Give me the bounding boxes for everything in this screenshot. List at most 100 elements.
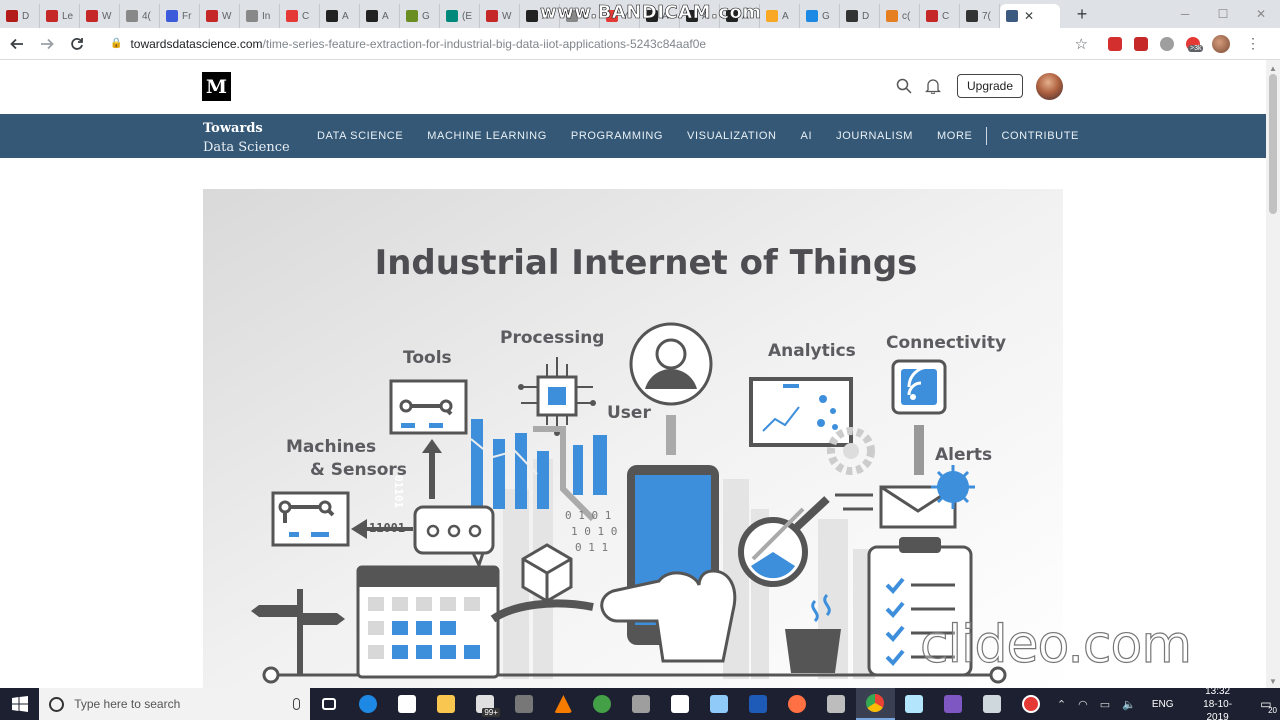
battery-icon[interactable]: ▭	[1100, 698, 1110, 711]
lock-icon: 🔒	[110, 38, 123, 49]
extension-icon-3[interactable]	[1160, 36, 1174, 51]
taskbar-app-17[interactable]	[934, 688, 973, 720]
browser-tab[interactable]: G	[800, 4, 840, 28]
language-indicator[interactable]: ENG	[1152, 699, 1174, 710]
pdf-extension-icon[interactable]	[1134, 36, 1148, 51]
browser-tab[interactable]: Le	[40, 4, 80, 28]
browser-tab[interactable]: (E	[440, 4, 480, 28]
back-button[interactable]	[4, 31, 30, 57]
upgrade-button[interactable]: Upgrade	[957, 74, 1023, 98]
app-icon	[944, 695, 963, 713]
browser-tab[interactable]: G	[400, 4, 440, 28]
taskbar-word[interactable]	[739, 688, 778, 720]
browser-tab[interactable]: C	[920, 4, 960, 28]
tds-brand[interactable]: Towards Data Science	[203, 119, 290, 157]
article-hero-image: 0 1 0 1 1 0 1 0 0 1 1 Industrial Interne…	[203, 189, 1063, 688]
medium-logo[interactable]: M	[202, 72, 231, 101]
extension-icon-4[interactable]: >3k	[1186, 36, 1204, 52]
search-icon[interactable]	[896, 78, 912, 94]
tab-favicon-icon	[46, 10, 58, 22]
browser-tab[interactable]: Y	[600, 4, 640, 28]
app-icon	[515, 695, 534, 713]
volume-icon[interactable]: 🔈	[1122, 698, 1136, 711]
taskbar-app-18[interactable]	[973, 688, 1012, 720]
browser-tab[interactable]: In	[240, 4, 280, 28]
browser-tab[interactable]: A	[360, 4, 400, 28]
page-scrollbar[interactable]: ▲ ▼	[1266, 60, 1280, 688]
close-window-icon[interactable]: ✕	[1242, 0, 1280, 28]
taskbar-app-9[interactable]	[622, 688, 661, 720]
nav-more[interactable]: MORE	[925, 130, 984, 142]
bookmark-star-icon[interactable]: ☆	[1075, 35, 1088, 53]
browser-tab[interactable]: D	[0, 4, 40, 28]
new-tab-button[interactable]: +	[1070, 2, 1094, 26]
scroll-up-icon[interactable]: ▲	[1269, 64, 1277, 73]
tab-close-icon[interactable]: ✕	[1024, 9, 1034, 23]
extension-icon-1[interactable]	[1108, 36, 1122, 51]
browser-tab[interactable]: W	[480, 4, 520, 28]
taskbar-mail[interactable]: 99+	[466, 688, 505, 720]
clock[interactable]: 13:32 18-10-2019	[1194, 685, 1242, 724]
browser-tab[interactable]: A	[760, 4, 800, 28]
user-avatar[interactable]	[1036, 73, 1063, 100]
nav-data-science[interactable]: DATA SCIENCE	[305, 130, 415, 142]
browser-tab[interactable]: Fr	[160, 4, 200, 28]
scroll-thumb[interactable]	[1269, 74, 1277, 214]
browser-tab[interactable]: c(	[880, 4, 920, 28]
taskbar-app-8[interactable]	[583, 688, 622, 720]
tab-label: Y	[622, 10, 629, 22]
folder-icon	[437, 695, 456, 713]
taskbar-vlc[interactable]	[544, 688, 583, 720]
reload-button[interactable]	[64, 31, 90, 57]
action-center-button[interactable]: ▭ 20	[1252, 688, 1280, 720]
maximize-icon[interactable]: ☐	[1204, 0, 1242, 28]
taskbar-app-11[interactable]	[700, 688, 739, 720]
browser-tab[interactable]: D	[840, 4, 880, 28]
taskbar-record[interactable]	[1012, 688, 1051, 720]
browser-menu-icon[interactable]: ⋮	[1246, 35, 1260, 52]
browser-tab[interactable]: A	[720, 4, 760, 28]
notification-bell-icon[interactable]	[925, 78, 941, 94]
extensions-area: >3k ⋮	[1108, 34, 1260, 53]
nav-programming[interactable]: PROGRAMMING	[559, 130, 675, 142]
nav-journalism[interactable]: JOURNALISM	[824, 130, 925, 142]
word-icon	[749, 695, 768, 713]
forward-button[interactable]	[34, 31, 60, 57]
tab-favicon-icon	[646, 10, 658, 22]
browser-tab[interactable]: A	[320, 4, 360, 28]
taskbar-app-16[interactable]	[895, 688, 934, 720]
nav-contribute[interactable]: CONTRIBUTE	[989, 130, 1091, 142]
active-browser-tab[interactable]: ✕	[1000, 4, 1060, 28]
nav-machine-learning[interactable]: MACHINE LEARNING	[415, 130, 559, 142]
taskbar-app-6[interactable]	[505, 688, 544, 720]
browser-tab[interactable]: C	[560, 4, 600, 28]
nav-ai[interactable]: AI	[789, 130, 825, 142]
address-bar[interactable]: 🔒 towardsdatascience.com/time-series-fea…	[100, 31, 1100, 57]
taskbar-search[interactable]: Type here to search	[39, 688, 310, 720]
minimize-icon[interactable]: ─	[1166, 0, 1204, 28]
wifi-icon[interactable]: ◠	[1078, 698, 1088, 711]
microphone-icon[interactable]	[292, 698, 300, 710]
browser-tab[interactable]: A	[680, 4, 720, 28]
browser-tab[interactable]: C	[280, 4, 320, 28]
browser-tab[interactable]: A	[640, 4, 680, 28]
chevron-up-icon[interactable]: ⌃	[1057, 698, 1066, 711]
tab-favicon-icon	[806, 10, 818, 22]
taskbar-app-13[interactable]	[778, 688, 817, 720]
taskbar-notepad[interactable]	[661, 688, 700, 720]
nav-visualization[interactable]: VISUALIZATION	[675, 130, 789, 142]
browser-tab[interactable]: 7(	[960, 4, 1000, 28]
taskbar-chrome[interactable]	[855, 688, 895, 720]
taskbar-edge[interactable]	[349, 688, 388, 720]
windows-start-button[interactable]	[0, 688, 39, 720]
browser-tab[interactable]: W	[80, 4, 120, 28]
browser-tab[interactable]: 4(	[120, 4, 160, 28]
taskbar-explorer[interactable]	[427, 688, 466, 720]
taskbar-store[interactable]	[388, 688, 427, 720]
task-view-button[interactable]	[310, 688, 349, 720]
browser-tab[interactable]: A	[520, 4, 560, 28]
scroll-down-icon[interactable]: ▼	[1269, 677, 1277, 686]
browser-tab[interactable]: W	[200, 4, 240, 28]
taskbar-app-14[interactable]	[817, 688, 856, 720]
browser-profile-avatar[interactable]	[1212, 34, 1230, 53]
